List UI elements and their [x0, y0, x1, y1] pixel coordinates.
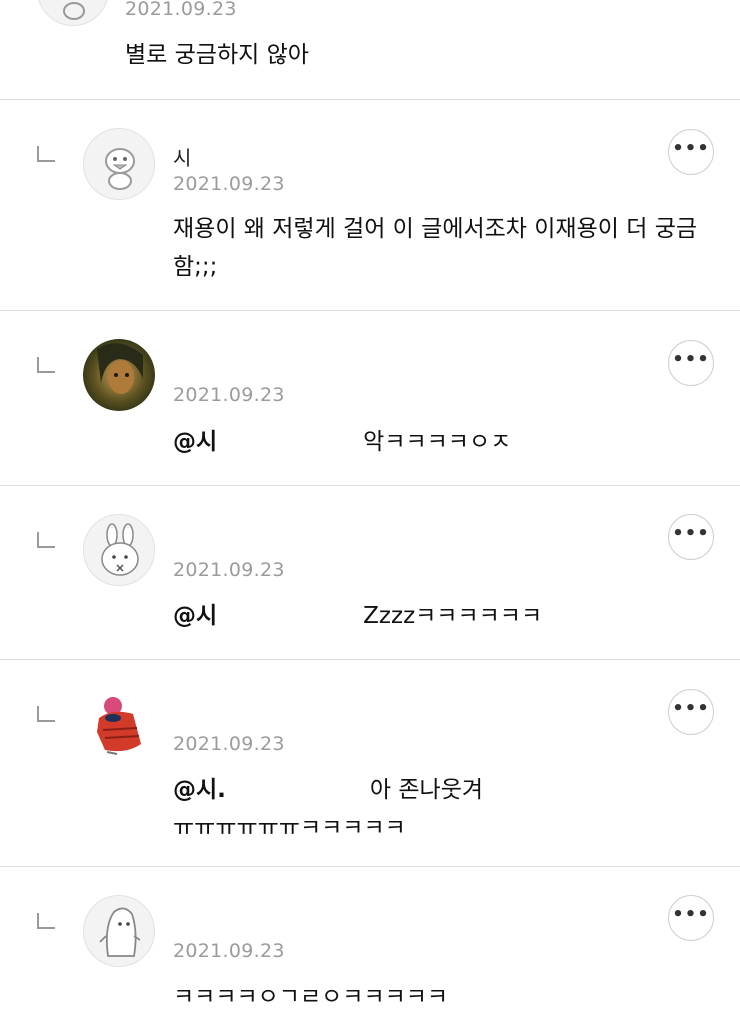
comment-date: 2021.09.23	[173, 384, 285, 406]
mention-tag[interactable]: @시.	[173, 777, 226, 803]
mention-tag[interactable]: @시	[173, 603, 217, 629]
more-options-button[interactable]: •••	[668, 514, 714, 560]
comment-date: 2021.09.23	[173, 173, 285, 195]
comment-body: Zzzzㅋㅋㅋㅋㅋㅋ	[363, 603, 543, 629]
divider	[0, 310, 740, 311]
comment-date: 2021.09.23	[173, 559, 285, 581]
avatar[interactable]	[83, 128, 155, 200]
comment-body: 악ㅋㅋㅋㅋㅇㅈ	[363, 429, 512, 455]
comment-date: 2021.09.23	[125, 0, 237, 20]
comment-text: @시 Zzzzㅋㅋㅋㅋㅋㅋ	[173, 597, 713, 635]
more-options-icon: •••	[672, 349, 710, 370]
reply-arrow-icon	[37, 706, 55, 722]
reply-arrow-icon	[37, 146, 55, 162]
comment-text: 별로 궁금하지 않아	[125, 42, 309, 68]
divider	[0, 99, 740, 100]
avatar[interactable]	[83, 688, 155, 760]
avatar[interactable]	[37, 0, 109, 26]
more-options-button[interactable]: •••	[668, 340, 714, 386]
reply-arrow-icon	[37, 357, 55, 373]
divider	[0, 485, 740, 486]
reply-arrow-icon	[37, 913, 55, 929]
comment-text: 재용이 왜 저렇게 걸어 이 글에서조차 이재용이 더 궁금함;;;	[173, 216, 698, 280]
more-options-icon: •••	[672, 698, 710, 719]
comment-text: @시 악ㅋㅋㅋㅋㅇㅈ	[173, 423, 713, 461]
comment-text: @시. 아 존나웃겨 ㅠㅠㅠㅠㅠㅠㅋㅋㅋㅋㅋ	[173, 771, 713, 847]
more-options-icon: •••	[672, 523, 710, 544]
more-options-button[interactable]: •••	[668, 129, 714, 175]
mention-tag[interactable]: @시	[173, 429, 217, 455]
avatar[interactable]	[83, 895, 155, 967]
more-options-icon: •••	[672, 904, 710, 925]
comment-date: 2021.09.23	[173, 940, 285, 962]
comment-date: 2021.09.23	[173, 733, 285, 755]
more-options-icon: •••	[672, 138, 710, 159]
comment-nickname[interactable]: 시	[173, 142, 191, 171]
more-options-button[interactable]: •••	[668, 689, 714, 735]
divider	[0, 866, 740, 867]
avatar[interactable]	[83, 339, 155, 411]
comment-body: 아 존나웃겨	[369, 777, 484, 803]
comment-text: ㅋㅋㅋㅋㅇㄱㄹㅇㅋㅋㅋㅋㅋ	[173, 984, 449, 1010]
more-options-button[interactable]: •••	[668, 895, 714, 941]
comment-body-line2: ㅠㅠㅠㅠㅠㅠㅋㅋㅋㅋㅋ	[173, 815, 406, 841]
reply-arrow-icon	[37, 532, 55, 548]
divider	[0, 659, 740, 660]
avatar[interactable]	[83, 514, 155, 586]
